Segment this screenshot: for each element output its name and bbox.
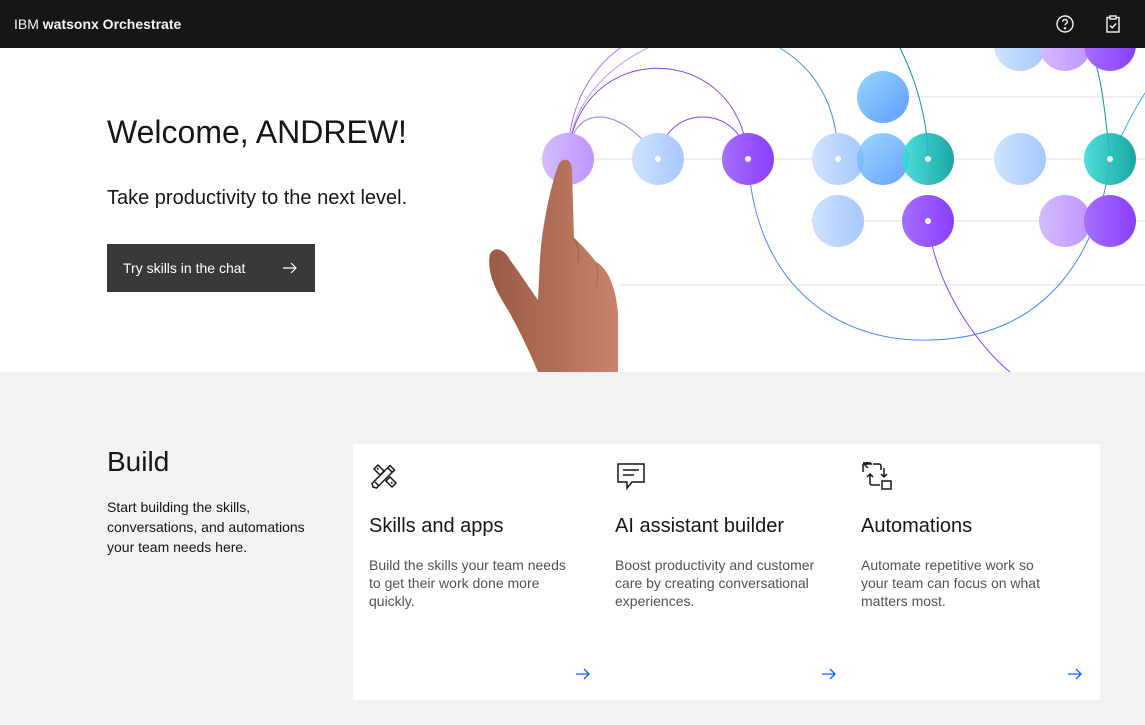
top-navigation-bar: IBM watsonx Orchestrate <box>0 0 1145 48</box>
card-ai-assistant-builder[interactable]: AI assistant builder Boost productivity … <box>599 444 845 700</box>
hero-section: Welcome, ANDREW! Take productivity to th… <box>0 48 1145 372</box>
card-description: Automate repetitive work so your team ca… <box>861 557 1040 609</box>
card-skills-and-apps[interactable]: Skills and apps Build the skills your te… <box>353 444 599 700</box>
chat-icon <box>617 463 645 491</box>
card-title: AI assistant builder <box>615 515 784 537</box>
try-skills-label: Try skills in the chat <box>123 260 246 276</box>
brand-name[interactable]: IBM watsonx Orchestrate <box>14 16 181 32</box>
card-description: Boost productivity and customer care by … <box>615 557 815 609</box>
welcome-title: Welcome, ANDREW! <box>107 114 407 150</box>
card-title: Automations <box>861 515 973 537</box>
arrow-right-icon[interactable] <box>573 664 593 684</box>
brand-prefix: IBM <box>14 16 39 32</box>
build-title: Build <box>107 446 170 477</box>
clipboard-icon <box>1106 15 1120 33</box>
try-skills-button[interactable]: Try skills in the chat <box>107 244 315 292</box>
arrow-right-icon <box>283 262 297 274</box>
hero-subtitle: Take productivity to the next level. <box>107 187 408 209</box>
card-description: Build the skills your team needs to get … <box>369 557 566 609</box>
help-button[interactable] <box>1049 8 1081 40</box>
card-automations[interactable]: Automations Automate repetitive work so … <box>845 444 1091 700</box>
clipboard-button[interactable] <box>1097 8 1129 40</box>
tools-icon <box>371 463 398 489</box>
brand-product: watsonx Orchestrate <box>42 16 182 32</box>
help-icon <box>1056 15 1074 33</box>
arrow-right-icon[interactable] <box>819 664 839 684</box>
build-description: Start building the skills, conversations… <box>107 499 305 555</box>
hero-illustration <box>489 48 1145 372</box>
arrow-right-icon[interactable] <box>1065 664 1085 684</box>
card-title: Skills and apps <box>369 515 504 537</box>
automation-icon <box>862 461 892 490</box>
build-cards: Skills and apps Build the skills your te… <box>353 444 1100 700</box>
